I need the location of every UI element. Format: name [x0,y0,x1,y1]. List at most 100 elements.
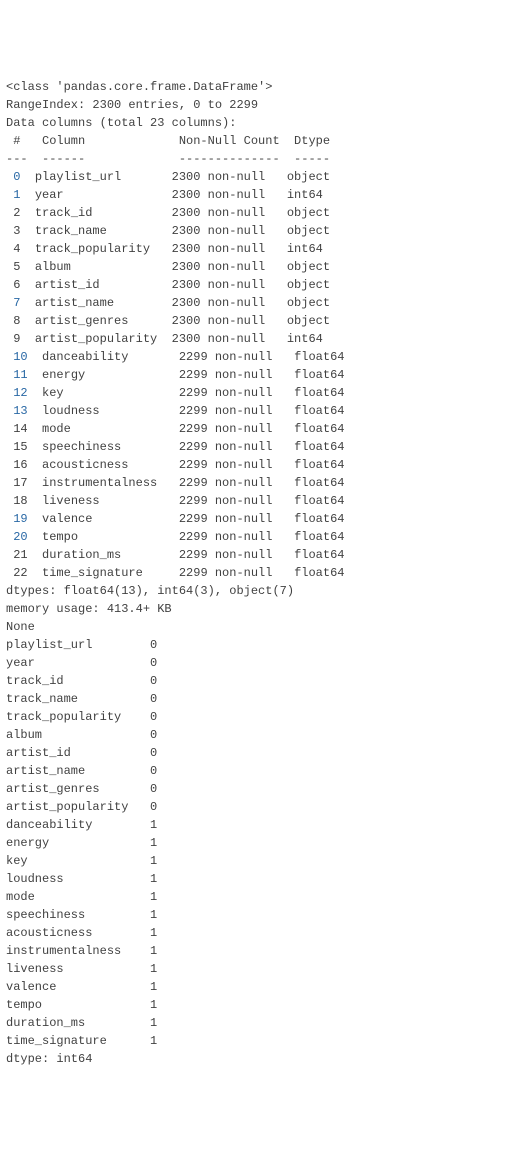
null-col-name: artist_name [6,764,150,778]
col-count: 2299 non-null [179,530,294,544]
col-dtype: float64 [294,440,344,454]
null-col-name: track_popularity [6,710,150,724]
info-row: 9 artist_popularity 2300 non-null int64 [6,330,499,348]
info-divider-line: --- ------ -------------- ----- [6,150,499,168]
col-index: 11 [6,368,42,382]
null-row: mode 1 [6,888,499,906]
col-index: 6 [6,278,35,292]
col-index: 13 [6,404,42,418]
col-count: 2300 non-null [172,170,287,184]
info-row: 0 playlist_url 2300 non-null object [6,168,499,186]
null-row: tempo 1 [6,996,499,1014]
col-index: 20 [6,530,42,544]
null-col-name: tempo [6,998,150,1012]
null-col-name: acousticness [6,926,150,940]
info-row: 12 key 2299 non-null float64 [6,384,499,402]
col-name: track_name [35,224,172,238]
col-name: duration_ms [42,548,179,562]
null-col-name: artist_id [6,746,150,760]
null-col-val: 1 [150,962,157,976]
col-name: time_signature [42,566,179,580]
col-index: 8 [6,314,35,328]
col-dtype: float64 [294,422,344,436]
col-index: 10 [6,350,42,364]
info-row: 11 energy 2299 non-null float64 [6,366,499,384]
info-class-line-text: <class 'pandas.core.frame.DataFrame'> [6,80,272,94]
info-datacols-line-text: Data columns (total 23 columns): [6,116,236,130]
null-col-name: speechiness [6,908,150,922]
col-index: 15 [6,440,42,454]
col-name: instrumentalness [42,476,179,490]
col-name: artist_name [35,296,172,310]
null-col-name: mode [6,890,150,904]
col-index: 22 [6,566,42,580]
info-row: 10 danceability 2299 non-null float64 [6,348,499,366]
col-dtype: float64 [294,512,344,526]
info-datacols-line: Data columns (total 23 columns): [6,114,499,132]
info-row: 15 speechiness 2299 non-null float64 [6,438,499,456]
info-dtypes-line: dtypes: float64(13), int64(3), object(7) [6,582,499,600]
col-name: artist_genres [35,314,172,328]
info-row: 4 track_popularity 2300 non-null int64 [6,240,499,258]
info-range-line: RangeIndex: 2300 entries, 0 to 2299 [6,96,499,114]
null-col-val: 1 [150,1016,157,1030]
null-col-val: 1 [150,872,157,886]
null-dtype-line-text: dtype: int64 [6,1052,92,1066]
info-row: 2 track_id 2300 non-null object [6,204,499,222]
col-count: 2299 non-null [179,476,294,490]
null-col-val: 0 [150,782,157,796]
col-index: 0 [6,170,35,184]
null-row: artist_name 0 [6,762,499,780]
col-count: 2300 non-null [172,332,287,346]
dataframe-info-output: <class 'pandas.core.frame.DataFrame'> Ran… [6,78,499,1068]
null-row: album 0 [6,726,499,744]
col-count: 2299 non-null [179,422,294,436]
null-col-name: duration_ms [6,1016,150,1030]
col-name: energy [42,368,179,382]
null-col-name: loudness [6,872,150,886]
null-col-name: energy [6,836,150,850]
info-row: 13 loudness 2299 non-null float64 [6,402,499,420]
info-none-line-text: None [6,620,35,634]
null-row: key 1 [6,852,499,870]
col-name: tempo [42,530,179,544]
col-dtype: float64 [294,548,344,562]
null-col-val: 1 [150,818,157,832]
col-dtype: float64 [294,350,344,364]
col-dtype: float64 [294,494,344,508]
null-col-name: liveness [6,962,150,976]
null-col-name: track_name [6,692,150,706]
col-name: artist_id [35,278,172,292]
null-row: instrumentalness 1 [6,942,499,960]
col-index: 14 [6,422,42,436]
info-row: 20 tempo 2299 non-null float64 [6,528,499,546]
col-dtype: object [287,278,337,292]
col-index: 7 [6,296,35,310]
info-row: 19 valence 2299 non-null float64 [6,510,499,528]
info-row: 5 album 2300 non-null object [6,258,499,276]
col-index: 18 [6,494,42,508]
null-row: playlist_url 0 [6,636,499,654]
col-count: 2299 non-null [179,494,294,508]
info-memory-line-text: memory usage: 413.4+ KB [6,602,172,616]
col-dtype: float64 [294,458,344,472]
null-col-val: 1 [150,944,157,958]
null-col-name: artist_popularity [6,800,150,814]
info-row: 7 artist_name 2300 non-null object [6,294,499,312]
col-count: 2300 non-null [172,242,287,256]
col-dtype: object [287,224,337,238]
null-row: artist_genres 0 [6,780,499,798]
null-col-name: danceability [6,818,150,832]
null-row: artist_popularity 0 [6,798,499,816]
col-index: 5 [6,260,35,274]
null-dtype-line: dtype: int64 [6,1050,499,1068]
null-col-val: 1 [150,854,157,868]
null-col-val: 1 [150,908,157,922]
null-row: track_name 0 [6,690,499,708]
col-count: 2299 non-null [179,458,294,472]
col-name: track_id [35,206,172,220]
col-count: 2299 non-null [179,368,294,382]
col-name: track_popularity [35,242,172,256]
info-row: 22 time_signature 2299 non-null float64 [6,564,499,582]
null-col-name: valence [6,980,150,994]
